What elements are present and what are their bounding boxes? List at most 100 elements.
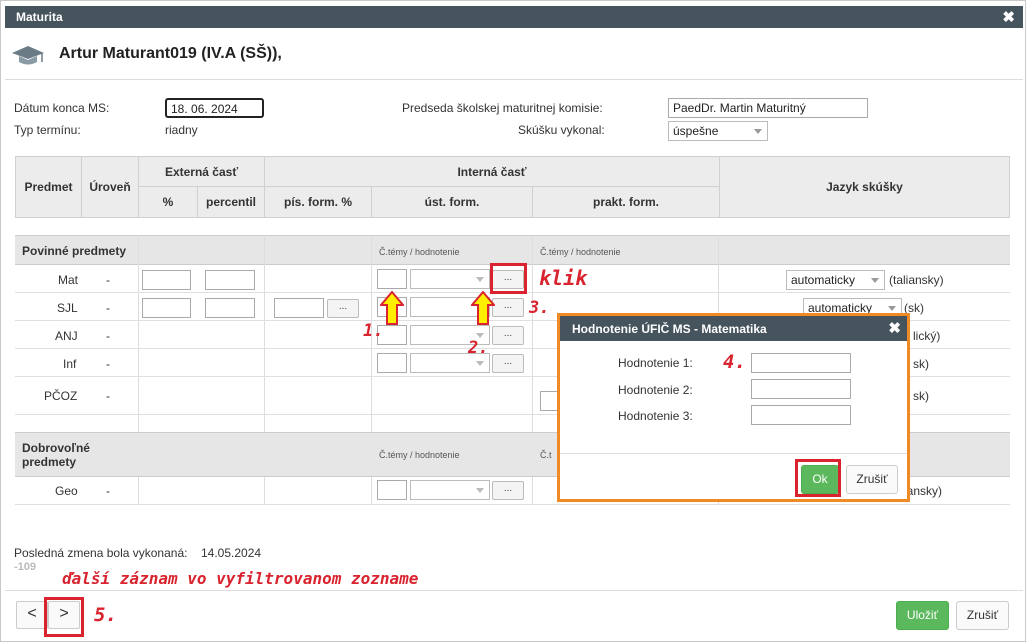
theme-header-oral: Č.témy / hodnotenie	[379, 450, 460, 460]
next-record-hint: ďalší záznam vo vyfiltrovanom zozname	[62, 569, 419, 588]
external-percent-input[interactable]	[142, 270, 191, 290]
footer-divider	[5, 590, 1023, 591]
col-subject: Predmet	[15, 156, 82, 218]
mandatory-label: Povinné predmety	[22, 244, 127, 258]
external-percentile-input[interactable]	[205, 298, 255, 318]
oral-theme-input[interactable]	[377, 480, 407, 500]
theme-header-oral: Č.témy / hodnotenie	[379, 247, 460, 257]
oral-grade-select[interactable]	[410, 480, 490, 500]
window-title: Maturita	[16, 10, 63, 24]
col-percentile: percentil	[197, 186, 265, 218]
grade2-input[interactable]	[751, 379, 851, 399]
highlight-box	[490, 263, 527, 294]
grade3-label: Hodnotenie 3:	[618, 409, 693, 423]
language-value: sk)	[913, 357, 929, 371]
external-percent-input[interactable]	[142, 298, 191, 318]
term-type-value: riadny	[165, 123, 198, 137]
passed-select[interactable]: úspešne	[668, 121, 768, 141]
last-change-label: Posledná zmena bola vykonaná:	[14, 546, 188, 560]
student-name: Artur Maturant019 (IV.A (SŠ)),	[59, 45, 282, 62]
end-date-label: Dátum konca MS:	[14, 101, 110, 115]
subject-level: -	[106, 389, 110, 403]
oral-grade-select[interactable]	[410, 269, 490, 289]
subject-level: -	[106, 273, 110, 287]
subject-level: -	[106, 329, 110, 343]
col-percent: %	[138, 186, 198, 218]
chevron-down-icon	[888, 306, 896, 311]
col-external: Externá časť	[138, 156, 265, 187]
language-value: lický)	[913, 329, 941, 343]
oral-detail-button[interactable]: ...	[492, 481, 524, 500]
subject-name: Mat	[58, 273, 79, 287]
oral-theme-input[interactable]	[377, 353, 407, 373]
voluntary-label: Dobrovoľné predmety	[22, 441, 90, 469]
language-select[interactable]: automaticky	[786, 270, 885, 290]
col-level: Úroveň	[81, 156, 139, 218]
subject-level: -	[106, 484, 110, 498]
cancel-button[interactable]: Zrušiť	[956, 601, 1009, 630]
maturita-window: Maturita ✖ Artur Maturant019 (IV.A (SŠ))…	[0, 0, 1026, 642]
step-label: 1.	[363, 321, 384, 341]
col-written: pís. form. %	[264, 186, 372, 218]
subject-name: Geo	[55, 484, 78, 498]
highlight-box	[795, 459, 841, 497]
subject-name: Inf	[63, 357, 77, 371]
passed-label: Skúšku vykonal:	[518, 123, 605, 137]
chevron-down-icon	[871, 278, 879, 283]
divider	[5, 79, 1023, 80]
col-internal: Interná časť	[264, 156, 720, 187]
last-change-value: 14.05.2024	[201, 546, 262, 560]
external-percentile-input[interactable]	[205, 270, 255, 290]
record-code: -109	[14, 561, 37, 573]
results-table-header: Predmet Úroveň Externá časť Interná časť…	[15, 156, 1010, 218]
highlight-box	[44, 597, 84, 637]
term-type-label: Typ termínu:	[14, 123, 81, 137]
arrow-up-icon	[380, 291, 404, 325]
col-oral: úst. form.	[371, 186, 533, 218]
graduation-cap-icon	[12, 46, 44, 65]
language-value: sk)	[913, 389, 929, 403]
theme-header-practical: Č.témy / hodnotenie	[540, 247, 621, 257]
step-label: 3.	[529, 298, 550, 318]
chevron-down-icon	[476, 361, 484, 366]
col-language: Jazyk skúšky	[719, 156, 1010, 218]
grade1-input[interactable]	[751, 353, 851, 373]
oral-detail-button[interactable]: ...	[492, 298, 524, 317]
grade2-label: Hodnotenie 2:	[618, 383, 693, 397]
step-label: 4.	[723, 351, 746, 373]
end-date-input[interactable]: 18. 06. 2024	[165, 98, 264, 118]
arrow-up-icon	[471, 291, 495, 325]
oral-detail-button[interactable]: ...	[492, 326, 524, 345]
written-detail-button[interactable]: ...	[327, 299, 359, 318]
step-label: 2.	[468, 338, 489, 358]
subject-level: -	[106, 301, 110, 315]
written-percent-input[interactable]	[274, 298, 324, 318]
save-button[interactable]: Uložiť	[896, 601, 949, 630]
theme-header-practical: Č.t	[540, 450, 552, 460]
chairman-label: Predseda školskej maturitnej komisie:	[402, 101, 603, 115]
window-titlebar: Maturita ✖	[5, 6, 1023, 28]
close-icon[interactable]: ✖	[888, 319, 901, 337]
passed-select-value: úspešne	[673, 124, 719, 138]
chevron-down-icon	[476, 488, 484, 493]
oral-theme-input[interactable]	[377, 269, 407, 289]
grade-dialog: Hodnotenie ÚFIČ MS - Matematika ✖ Hodnot…	[557, 313, 910, 502]
dialog-title: Hodnotenie ÚFIČ MS - Matematika	[560, 316, 907, 341]
step-label: 5.	[94, 604, 117, 626]
oral-detail-button[interactable]: ...	[492, 354, 524, 373]
dialog-divider	[560, 453, 907, 454]
subject-name: SJL	[57, 301, 78, 315]
klik-annotation: klik	[539, 266, 588, 290]
grade1-label: Hodnotenie 1:	[618, 356, 693, 370]
chevron-down-icon	[754, 129, 762, 134]
grade3-input[interactable]	[751, 405, 851, 425]
language-value: (taliansky)	[889, 273, 944, 287]
chairman-input[interactable]: PaedDr. Martin Maturitný	[668, 98, 868, 118]
dialog-cancel-button[interactable]: Zrušiť	[846, 465, 898, 494]
close-icon[interactable]: ✖	[1002, 8, 1015, 26]
language-select-value: automaticky	[791, 273, 856, 287]
col-practical: prakt. form.	[532, 186, 720, 218]
subject-name: ANJ	[55, 329, 78, 343]
chevron-down-icon	[476, 277, 484, 282]
subject-level: -	[106, 357, 110, 371]
